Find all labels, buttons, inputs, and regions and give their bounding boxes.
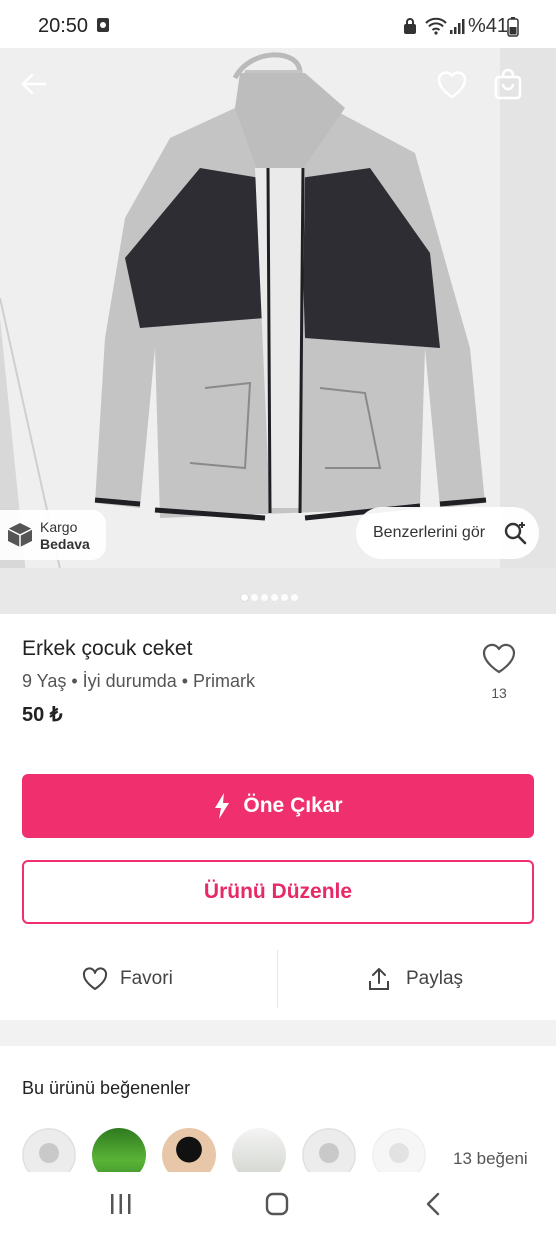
share-button[interactable]: Paylaş — [368, 950, 463, 1008]
notification-icon — [97, 18, 109, 32]
action-row: Favori Paylaş — [0, 950, 556, 1008]
status-time: 20:50 — [38, 15, 89, 37]
edit-product-label: Ürünü Düzenle — [203, 880, 353, 903]
heart-icon[interactable] — [481, 641, 517, 675]
carousel-dot — [241, 594, 248, 601]
edit-product-button[interactable]: Ürünü Düzenle — [22, 860, 534, 924]
back-button[interactable] — [14, 64, 54, 104]
share-icon — [369, 968, 389, 990]
avatar[interactable] — [92, 1128, 146, 1172]
product-title: Erkek çocuk ceket — [22, 637, 193, 660]
cargo-free-label: Bedava — [40, 536, 90, 552]
likes-count[interactable]: 13 beğeni — [453, 1149, 528, 1169]
see-similar-button[interactable]: Benzerlerini gör — [356, 507, 539, 559]
back-nav-icon[interactable] — [425, 1192, 441, 1216]
avatar[interactable] — [302, 1128, 356, 1172]
battery-level: %41 — [468, 15, 509, 37]
box-icon — [7, 523, 33, 547]
favorite-top-button[interactable] — [432, 64, 472, 104]
lightning-icon — [215, 793, 230, 819]
promote-button[interactable]: Öne Çıkar — [22, 774, 534, 838]
heart-icon — [82, 967, 108, 990]
promote-label: Öne Çıkar — [243, 794, 343, 817]
avatar[interactable] — [22, 1128, 76, 1172]
carousel-dot — [281, 594, 288, 601]
shopping-bag-icon — [494, 68, 522, 100]
avatar[interactable] — [372, 1128, 426, 1172]
product-meta: 9 Yaş • İyi durumda • Primark — [22, 671, 256, 691]
carousel-dot — [271, 594, 278, 601]
carousel-dot — [251, 594, 258, 601]
arrow-left-icon — [21, 73, 47, 95]
cart-button[interactable] — [488, 64, 528, 104]
share-label: Paylaş — [406, 968, 464, 989]
lock-icon — [404, 18, 416, 34]
system-navigation-bar — [0, 1172, 556, 1235]
favorite-label: Favori — [120, 968, 173, 989]
heart-icon — [437, 71, 467, 99]
home-icon[interactable] — [265, 1192, 289, 1216]
product-price: 50 ₺ — [22, 704, 63, 726]
see-similar-label: Benzerlerini gör — [373, 524, 486, 541]
cargo-label: Kargo — [40, 519, 78, 535]
likers-avatars[interactable] — [22, 1128, 432, 1172]
favorite-count: 13 — [491, 685, 507, 701]
user-placeholder-icon — [372, 1128, 426, 1172]
recent-apps-icon[interactable] — [109, 1193, 133, 1215]
wifi-icon — [425, 17, 447, 35]
battery-icon — [507, 17, 519, 37]
free-shipping-badge: Kargo Bedava — [0, 510, 106, 560]
avatar[interactable] — [162, 1128, 216, 1172]
search-plus-icon — [504, 522, 527, 545]
product-image-carousel[interactable]: Kargo Bedava Benzerlerini gör — [0, 48, 556, 614]
signal-icon — [450, 19, 465, 34]
avatar[interactable] — [232, 1128, 286, 1172]
status-bar: 20:50 %41 — [0, 0, 556, 48]
carousel-dot — [261, 594, 268, 601]
divider — [277, 950, 278, 1008]
user-placeholder-icon — [302, 1128, 356, 1172]
carousel-indicator — [241, 588, 301, 601]
likers-title: Bu ürünü beğenenler — [22, 1078, 191, 1098]
section-separator — [0, 1020, 556, 1046]
carousel-dot — [291, 594, 298, 601]
user-placeholder-icon — [22, 1128, 76, 1172]
favorite-button[interactable]: Favori — [82, 950, 173, 1008]
